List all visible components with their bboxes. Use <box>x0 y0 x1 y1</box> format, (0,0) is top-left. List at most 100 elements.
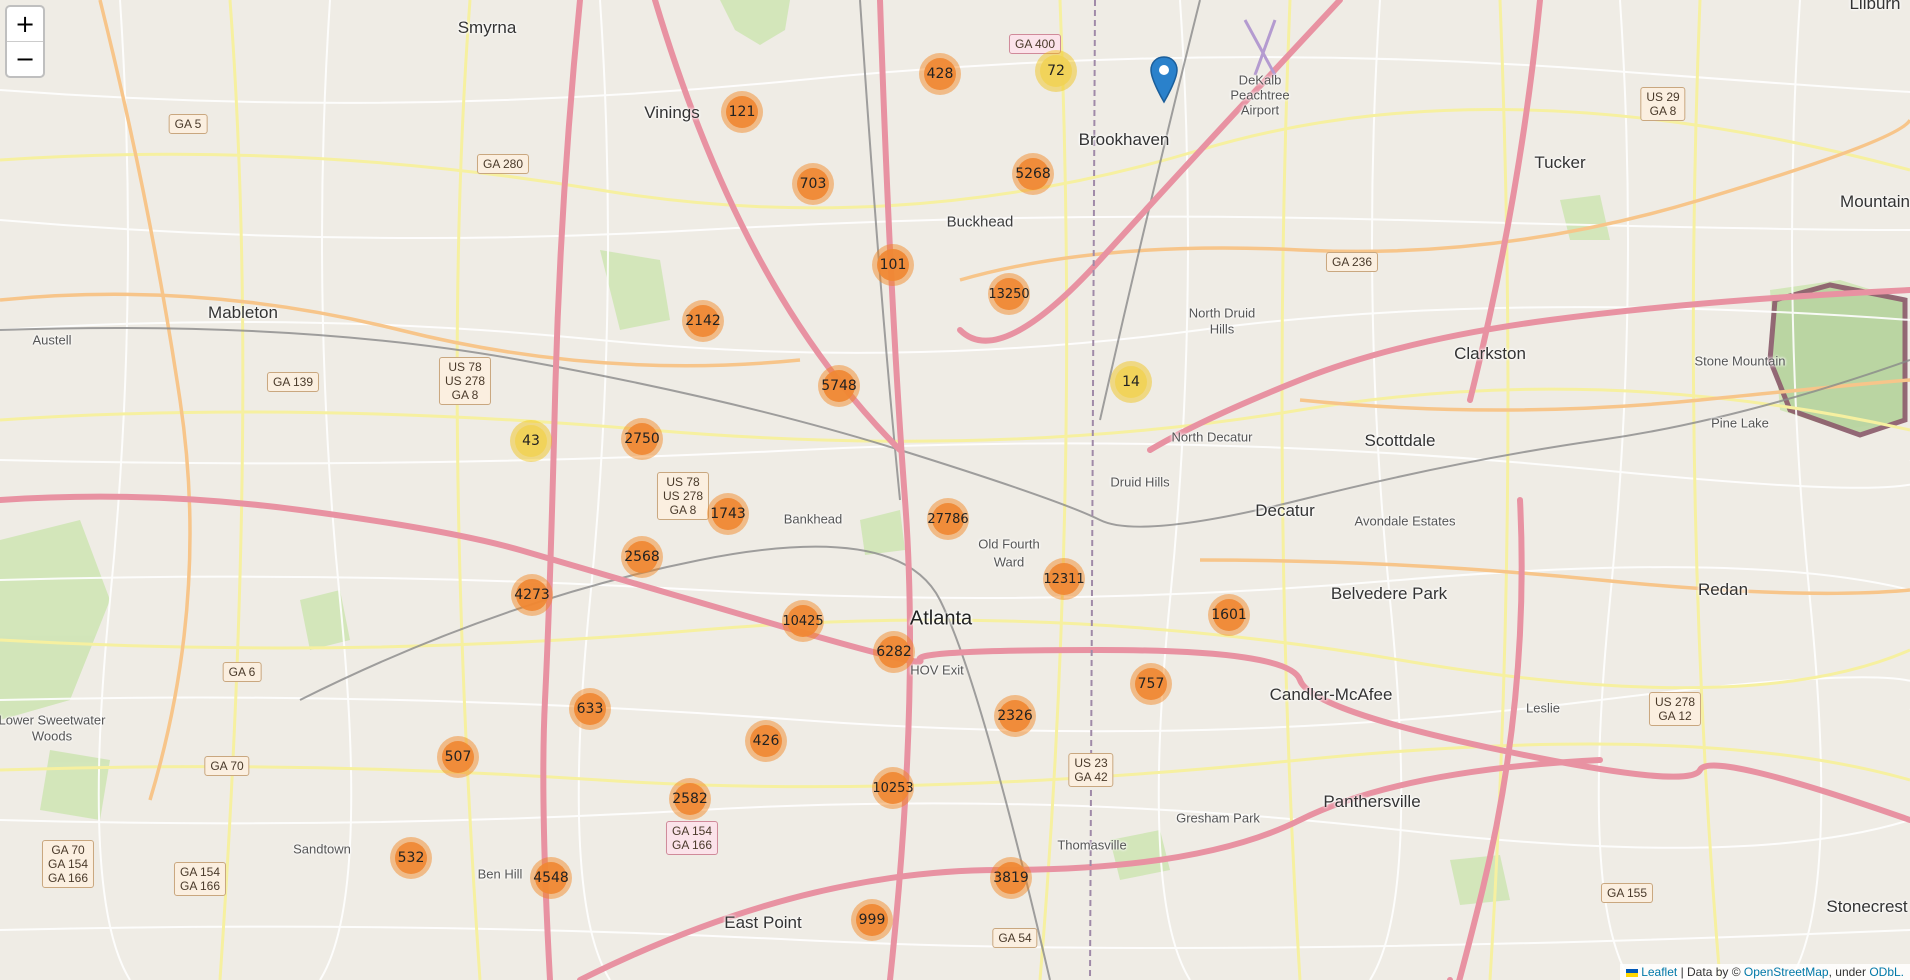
place-label: Thomasville <box>1057 837 1127 853</box>
cluster-count: 703 <box>797 168 829 200</box>
marker-cluster[interactable]: 2568 <box>621 536 663 578</box>
cluster-count: 5748 <box>821 370 857 402</box>
attribution: Leaflet | Data by © OpenStreetMap, under… <box>1620 964 1910 980</box>
place-label: Old Fourth <box>978 536 1040 552</box>
route-shield: GA 70 GA 154 GA 166 <box>41 840 95 888</box>
marker-cluster[interactable]: 2326 <box>994 695 1036 737</box>
route-shield: GA 154 GA 166 <box>173 862 227 896</box>
zoom-out-button[interactable]: − <box>7 41 43 76</box>
marker-cluster[interactable]: 507 <box>437 736 479 778</box>
place-label: Vinings <box>644 103 700 122</box>
cluster-count: 999 <box>856 904 888 936</box>
marker-cluster[interactable]: 12311 <box>1043 558 1085 600</box>
cluster-count: 12311 <box>1043 563 1085 595</box>
marker-cluster[interactable]: 6282 <box>873 631 915 673</box>
cluster-count: 757 <box>1135 668 1167 700</box>
route-shield: GA 139 <box>266 372 320 392</box>
place-label: Mountain <box>1840 192 1910 211</box>
place-label: Ward <box>993 554 1025 570</box>
route-shield: GA 280 <box>476 154 530 174</box>
cluster-count: 4548 <box>533 862 569 894</box>
place-label: North Druid <box>1188 305 1256 321</box>
place-label: Smyrna <box>457 18 517 37</box>
cluster-count: 532 <box>395 842 427 874</box>
marker-cluster[interactable]: 3819 <box>990 857 1032 899</box>
place-label: Druid Hills <box>1110 474 1170 490</box>
marker-cluster[interactable]: 121 <box>721 91 763 133</box>
cluster-count: 43 <box>515 425 547 457</box>
marker-cluster[interactable]: 101 <box>872 244 914 286</box>
cluster-count: 13250 <box>988 278 1030 310</box>
route-shield: GA 236 <box>1325 252 1379 272</box>
osm-link[interactable]: OpenStreetMap <box>1744 965 1829 979</box>
map-container[interactable]: Smyrna Vinings Brookhaven Buckhead Tucker Mou… <box>0 0 1910 980</box>
route-shield: GA 70 <box>204 756 250 776</box>
location-marker-icon[interactable] <box>1149 56 1179 104</box>
route-shield: GA 6 <box>222 662 262 682</box>
cluster-count: 3819 <box>993 862 1029 894</box>
marker-cluster[interactable]: 27786 <box>927 498 969 540</box>
place-label: HOV Exit <box>910 662 964 678</box>
place-label: Airport <box>1240 102 1280 118</box>
place-label: DeKalb <box>1238 72 1282 88</box>
place-label: Buckhead <box>946 213 1014 231</box>
place-label: Austell <box>32 332 72 348</box>
marker-cluster[interactable]: 5268 <box>1012 153 1054 195</box>
cluster-count: 1743 <box>710 498 746 530</box>
marker-cluster[interactable]: 2750 <box>621 418 663 460</box>
marker-cluster[interactable]: 4273 <box>511 574 553 616</box>
basemap <box>0 0 1910 980</box>
zoom-in-button[interactable]: + <box>7 7 43 41</box>
marker-cluster[interactable]: 10425 <box>782 600 824 642</box>
place-label: Stone Mountain <box>1694 353 1786 369</box>
place-label: Decatur <box>1255 501 1315 520</box>
place-label: Stonecrest <box>1826 897 1908 916</box>
place-label: Panthersville <box>1323 792 1421 811</box>
marker-cluster[interactable]: 14 <box>1110 361 1152 403</box>
cluster-count: 27786 <box>927 503 969 535</box>
place-label: Lilburn <box>1849 0 1901 13</box>
cluster-count: 1601 <box>1211 599 1247 631</box>
marker-cluster[interactable]: 2142 <box>682 300 724 342</box>
cluster-count: 72 <box>1040 55 1072 87</box>
marker-cluster[interactable]: 2582 <box>669 778 711 820</box>
place-label: Scottdale <box>1364 431 1436 450</box>
marker-cluster[interactable]: 532 <box>390 837 432 879</box>
marker-cluster[interactable]: 1601 <box>1208 594 1250 636</box>
marker-cluster[interactable]: 757 <box>1130 663 1172 705</box>
cluster-count: 428 <box>924 58 956 90</box>
cluster-count: 2142 <box>685 305 721 337</box>
cluster-count: 4273 <box>514 579 550 611</box>
marker-cluster[interactable]: 5748 <box>818 365 860 407</box>
route-shield: US 278 GA 12 <box>1648 692 1702 726</box>
place-label: Peachtree <box>1230 87 1290 103</box>
route-shield: GA 154 GA 166 <box>665 821 719 855</box>
place-label: North Decatur <box>1171 429 1253 445</box>
place-label: Avondale Estates <box>1354 513 1456 529</box>
marker-cluster[interactable]: 428 <box>919 53 961 95</box>
marker-cluster[interactable]: 426 <box>745 720 787 762</box>
leaflet-link[interactable]: Leaflet <box>1641 965 1677 979</box>
place-label: Redan <box>1697 580 1749 599</box>
marker-cluster[interactable]: 13250 <box>988 273 1030 315</box>
route-shield: GA 54 <box>992 928 1038 948</box>
marker-cluster[interactable]: 10253 <box>872 767 914 809</box>
marker-cluster[interactable]: 43 <box>510 420 552 462</box>
cluster-count: 14 <box>1115 366 1147 398</box>
marker-cluster[interactable]: 999 <box>851 899 893 941</box>
route-shield: GA 5 <box>168 114 208 134</box>
cluster-count: 10425 <box>782 605 824 637</box>
place-label: Lower Sweetwater <box>0 712 106 728</box>
cluster-count: 10253 <box>872 772 914 804</box>
marker-cluster[interactable]: 4548 <box>530 857 572 899</box>
marker-cluster[interactable]: 633 <box>569 688 611 730</box>
odbl-link[interactable]: ODbL. <box>1869 965 1904 979</box>
marker-cluster[interactable]: 1743 <box>707 493 749 535</box>
cluster-count: 426 <box>750 725 782 757</box>
cluster-count: 6282 <box>876 636 912 668</box>
cluster-count: 633 <box>574 693 606 725</box>
marker-cluster[interactable]: 72 <box>1035 50 1077 92</box>
place-label: Leslie <box>1526 700 1560 716</box>
marker-cluster[interactable]: 703 <box>792 163 834 205</box>
route-shield: US 78 US 278 GA 8 <box>656 472 710 520</box>
